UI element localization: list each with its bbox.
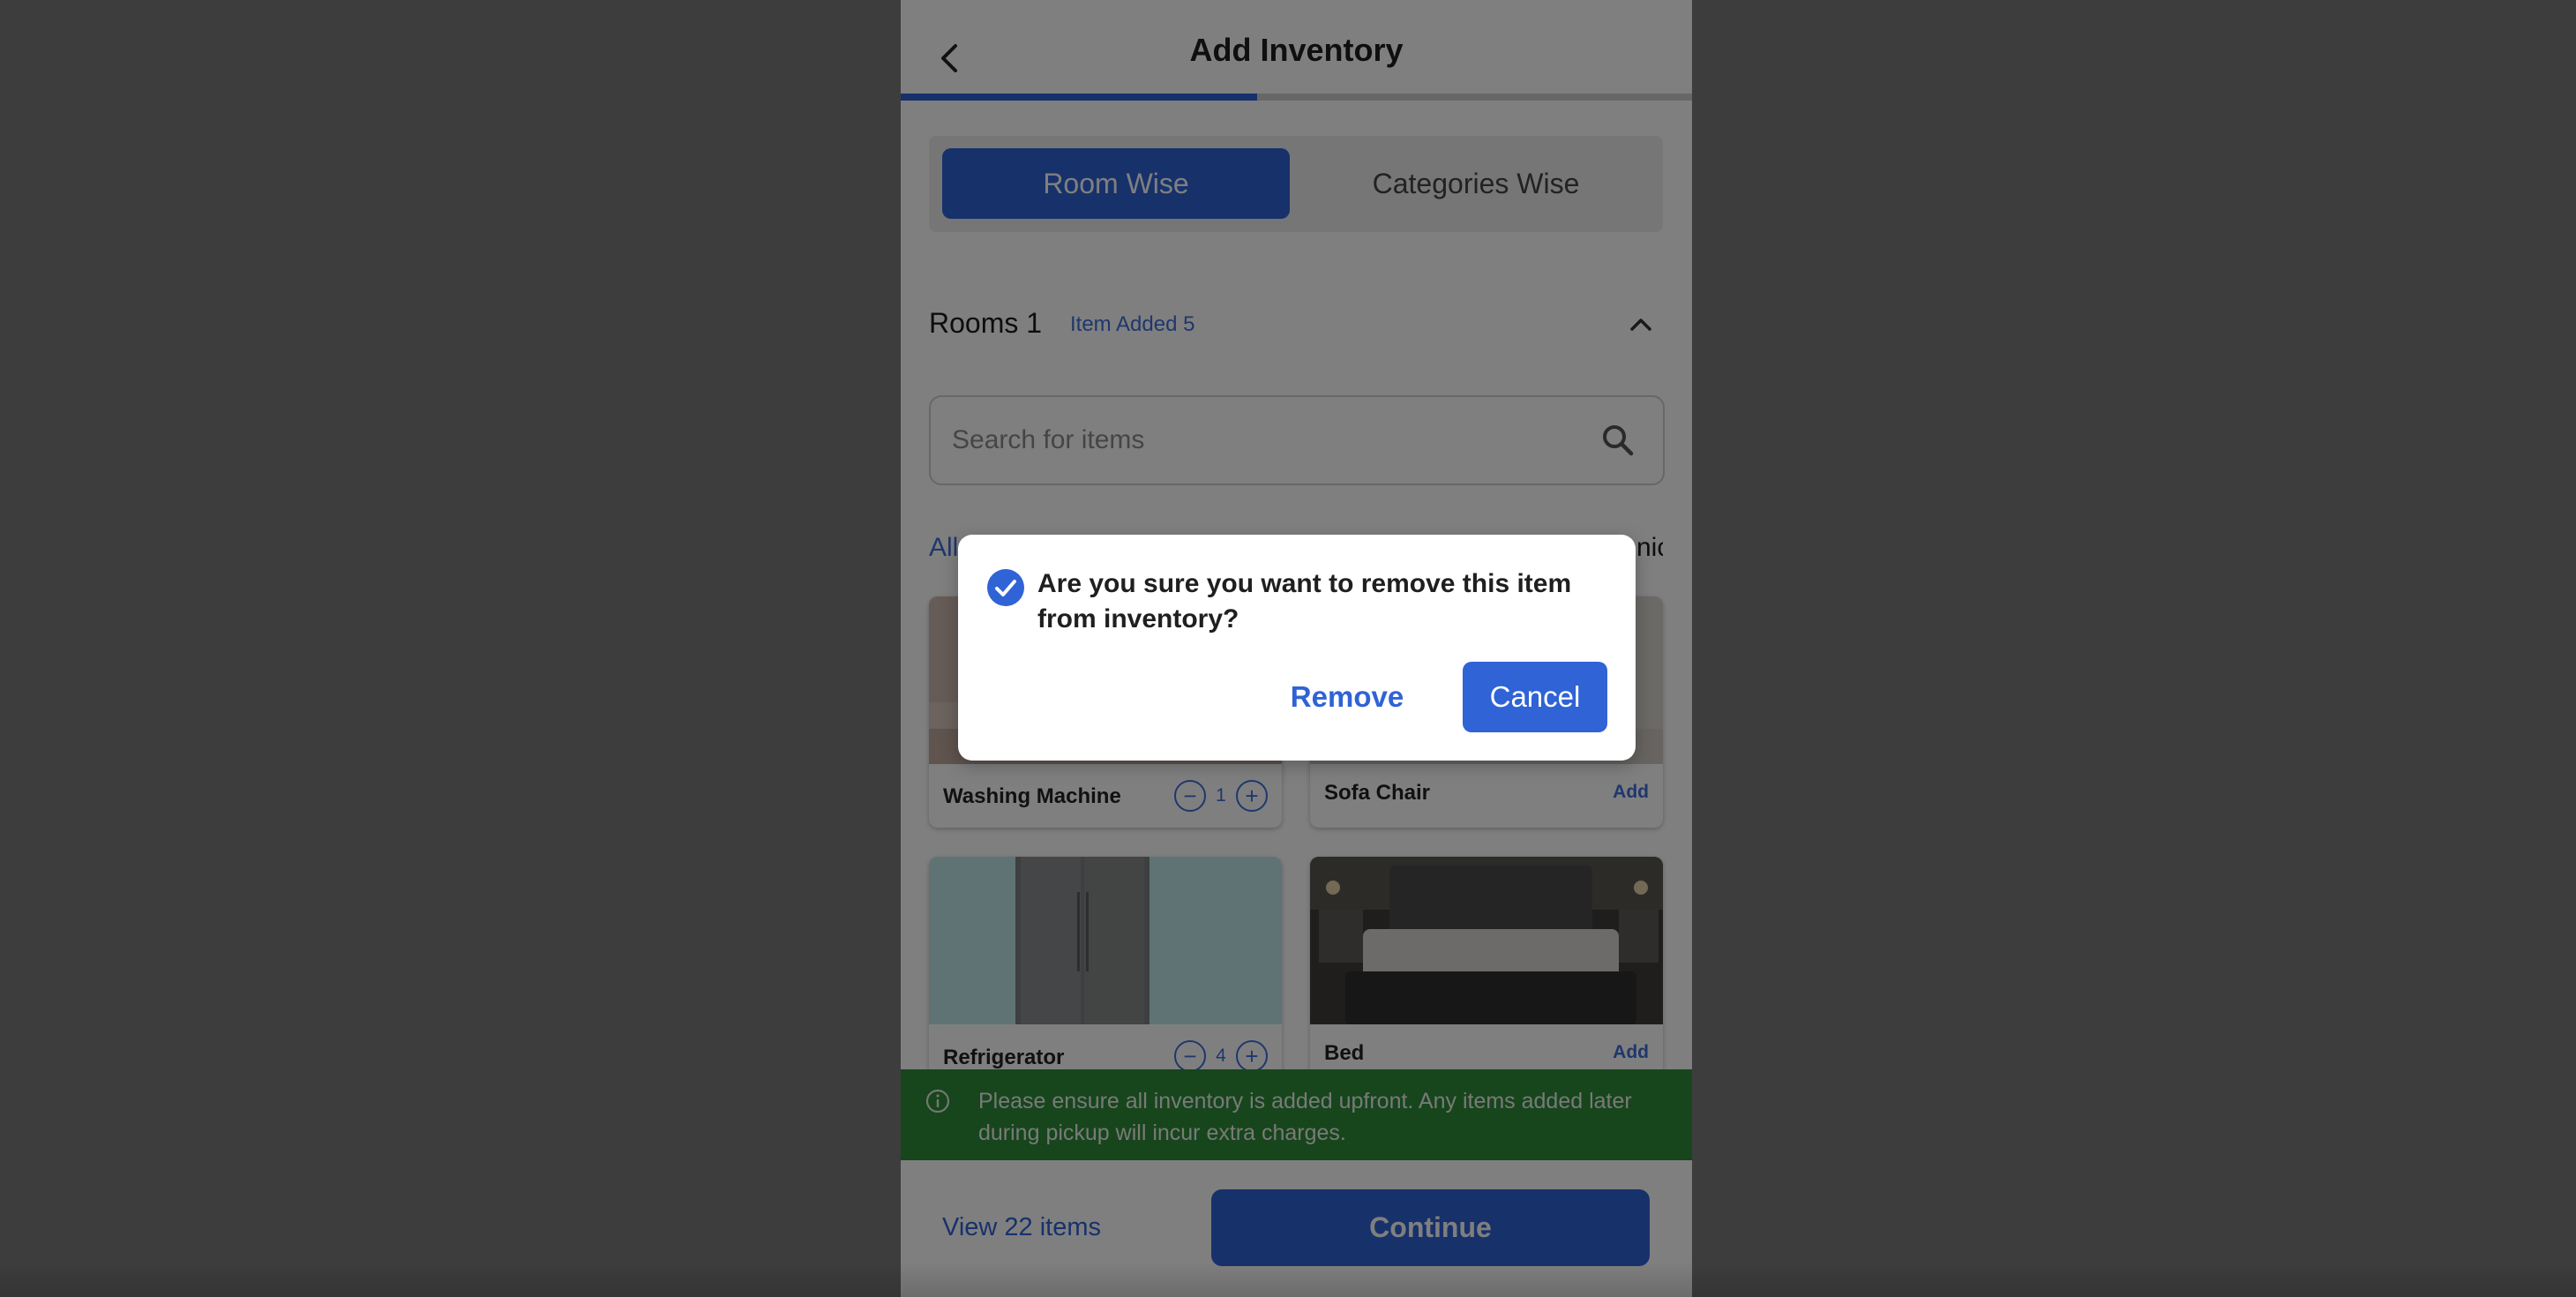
remove-button[interactable]: Remove	[1284, 662, 1410, 732]
confirm-remove-dialog: Are you sure you want to remove this ite…	[958, 535, 1636, 761]
check-circle-icon	[987, 569, 1024, 606]
screen-vignette	[0, 1262, 2576, 1297]
cancel-button[interactable]: Cancel	[1463, 662, 1607, 732]
dialog-message: Are you sure you want to remove this ite…	[1037, 569, 1572, 634]
